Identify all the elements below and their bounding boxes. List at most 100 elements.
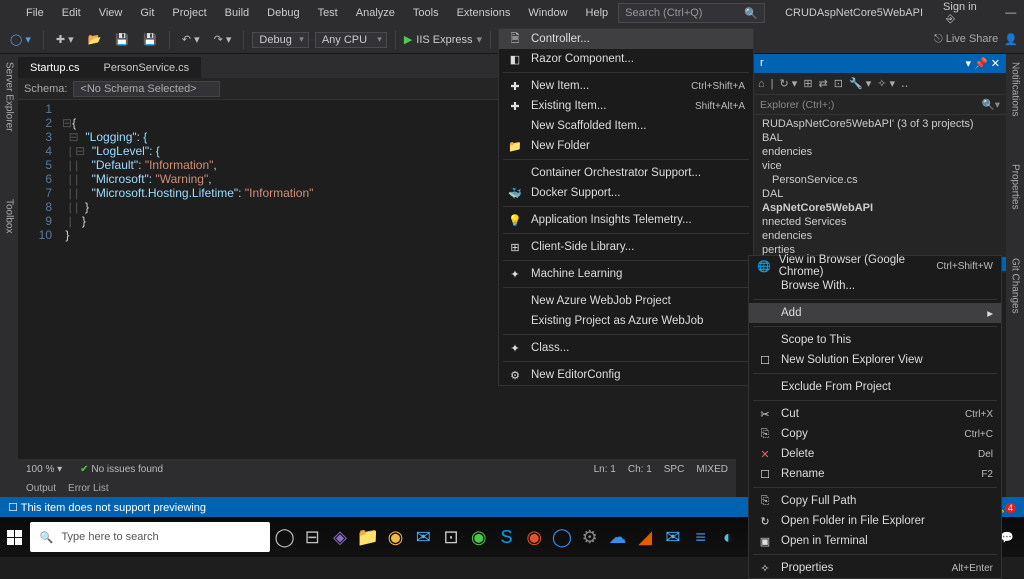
issues-indicator[interactable]: ✔ No issues found [80, 464, 163, 475]
menu-item-view-in-browser-google-chrome-[interactable]: 🌐View in Browser (Google Chrome)Ctrl+Shi… [749, 256, 1001, 276]
editor-status-bar: 100 % ▾ ✔ No issues found Ln: 1 Ch: 1 SP… [18, 459, 736, 479]
task-app2[interactable]: ◢ [632, 517, 658, 557]
menu-item-new-folder[interactable]: 📁New Folder [499, 136, 753, 156]
task-cloud[interactable]: ☁ [605, 517, 631, 557]
menu-item-properties[interactable]: ✧PropertiesAlt+Enter [749, 558, 1001, 578]
solution-explorer: r▾ 📌 ✕ ⌂|↻ ▾⊞⇄⊡🔧 ▾✧ ▾‥ Explorer (Ctrl+;)… [754, 54, 1006, 273]
menu-item-exclude-from-project[interactable]: Exclude From Project [749, 377, 1001, 397]
server-explorer-tab[interactable]: Server Explorer [3, 58, 16, 135]
menu-analyze[interactable]: Analyze [348, 4, 403, 22]
sol-close-icon[interactable]: ▾ 📌 ✕ [965, 57, 1000, 70]
undo-button[interactable]: ↶ ▾ [178, 31, 204, 48]
menu-item-new-azure-webjob-project[interactable]: New Azure WebJob Project [499, 291, 753, 311]
menu-item-rename[interactable]: ☐RenameF2 [749, 464, 1001, 484]
search-icon: 🔍 [744, 7, 758, 20]
menu-edit[interactable]: Edit [54, 4, 89, 22]
menu-debug[interactable]: Debug [259, 4, 307, 22]
menu-item-copy-full-path[interactable]: ⎘Copy Full Path [749, 491, 1001, 511]
spaces-indicator: SPC [664, 464, 685, 475]
menu-item-class-[interactable]: ✦Class... [499, 338, 753, 358]
menu-item-open-in-terminal[interactable]: ▣Open in Terminal [749, 531, 1001, 551]
sol-search[interactable]: Explorer (Ctrl+;)🔍▾ [754, 95, 1006, 115]
menu-item-application-insights-telemetry-[interactable]: 💡Application Insights Telemetry... [499, 210, 753, 230]
menu-item-existing-item-[interactable]: ✚Existing Item...Shift+Alt+A [499, 96, 753, 116]
vs-logo-icon [4, 7, 17, 20]
task-mail2[interactable]: ✉ [660, 517, 686, 557]
task-cortana[interactable]: ◯ [272, 517, 298, 557]
task-explorer[interactable]: 📁 [355, 517, 381, 557]
menu-window[interactable]: Window [520, 4, 575, 22]
task-vscode[interactable]: ≡ [688, 517, 714, 557]
menu-tools[interactable]: Tools [405, 4, 447, 22]
menu-item-new-item-[interactable]: ✚New Item...Ctrl+Shift+A [499, 76, 753, 96]
menu-view[interactable]: View [91, 4, 131, 22]
tab-startup[interactable]: Startup.cs [18, 57, 92, 78]
menu-item-delete[interactable]: ✕DeleteDel [749, 444, 1001, 464]
start-button[interactable]: ▶ IIS Express ▾ [404, 33, 482, 46]
menu-item-scope-to-this[interactable]: Scope to This [749, 330, 1001, 350]
zoom[interactable]: 100 % ▾ [26, 464, 62, 475]
save-all-button[interactable]: 💾 [139, 31, 161, 48]
sign-in-link[interactable]: Sign in ⎆ [943, 1, 987, 26]
toolbox-tab[interactable]: Toolbox [3, 195, 16, 237]
gitchanges-tab[interactable]: Git Changes [1009, 254, 1022, 318]
solution-tree[interactable]: RUDAspNetCore5WebAPI' (3 of 3 projects) … [754, 115, 1006, 273]
menu-item-new-editorconfig[interactable]: ⚙New EditorConfig [499, 365, 753, 385]
schema-dropdown[interactable]: <No Schema Selected> [73, 81, 219, 97]
menu-item-machine-learning[interactable]: ✦Machine Learning [499, 264, 753, 284]
open-button[interactable]: 📂 [84, 31, 106, 48]
minimize-button[interactable]: — [995, 7, 1024, 19]
search-input[interactable]: Search (Ctrl+Q)🔍 [618, 3, 765, 23]
task-edge1[interactable]: ◯ [549, 517, 575, 557]
menu-file[interactable]: File [18, 4, 52, 22]
menu-item-container-orchestrator-support-[interactable]: Container Orchestrator Support... [499, 163, 753, 183]
tab-personservice[interactable]: PersonService.cs [92, 57, 202, 78]
config-dropdown[interactable]: Debug [252, 32, 308, 48]
taskbar-search[interactable]: 🔍 Type here to search [30, 522, 270, 552]
menu-build[interactable]: Build [217, 4, 257, 22]
right-rail: Notifications Properties Git Changes [1006, 54, 1024, 497]
output-tab[interactable]: Output [26, 483, 56, 494]
lineending-indicator: MIXED [696, 464, 728, 475]
menu-item-razor-component-[interactable]: ◧Razor Component... [499, 49, 753, 69]
new-file-button[interactable]: ✚ ▾ [52, 31, 78, 48]
menu-item-copy[interactable]: ⎘CopyCtrl+C [749, 424, 1001, 444]
menu-extensions[interactable]: Extensions [449, 4, 519, 22]
menu-item-new-scaffolded-item-[interactable]: New Scaffolded Item... [499, 116, 753, 136]
task-store[interactable]: ⊡ [438, 517, 464, 557]
task-mail[interactable]: ✉ [410, 517, 436, 557]
menu-item-docker-support-[interactable]: 🐳Docker Support... [499, 183, 753, 203]
task-whatsapp[interactable]: ◉ [466, 517, 492, 557]
save-button[interactable]: 💾 [111, 31, 133, 48]
task-vs[interactable]: ◈ [327, 517, 353, 557]
menu-item-existing-project-as-azure-webjob[interactable]: Existing Project as Azure WebJob [499, 311, 753, 331]
menu-help[interactable]: Help [578, 4, 617, 22]
live-share-button[interactable]: ⎋ Live Share [934, 33, 998, 46]
redo-button[interactable]: ↷ ▾ [210, 31, 236, 48]
task-chrome[interactable]: ◉ [383, 517, 409, 557]
start-button[interactable] [2, 517, 28, 557]
notifications-tab[interactable]: Notifications [1009, 58, 1022, 120]
properties-tab[interactable]: Properties [1009, 160, 1022, 214]
menu-item-client-side-library-[interactable]: ⊞Client-Side Library... [499, 237, 753, 257]
platform-dropdown[interactable]: Any CPU [315, 32, 387, 48]
account-icon[interactable]: 👤 [1004, 33, 1018, 46]
menubar: File Edit View Git Project Build Debug T… [0, 0, 1024, 26]
sol-root: RUDAspNetCore5WebAPI' (3 of 3 projects) [754, 117, 1006, 131]
menu-item-new-solution-explorer-view[interactable]: ☐New Solution Explorer View [749, 350, 1001, 370]
task-view[interactable]: ⊟ [299, 517, 325, 557]
menu-project[interactable]: Project [164, 4, 214, 22]
task-skype[interactable]: S [494, 517, 520, 557]
errorlist-tab[interactable]: Error List [68, 483, 109, 494]
back-button[interactable]: ◯ ▾ [6, 31, 35, 48]
task-settings[interactable]: ⚙ [577, 517, 603, 557]
menu-item-open-folder-in-file-explorer[interactable]: ↻Open Folder in File Explorer [749, 511, 1001, 531]
menu-item-add[interactable]: Add▸ [749, 303, 1001, 323]
menu-git[interactable]: Git [132, 4, 162, 22]
menu-item-cut[interactable]: ✂CutCtrl+X [749, 404, 1001, 424]
menu-test[interactable]: Test [310, 4, 346, 22]
menu-item-browse-with-[interactable]: Browse With... [749, 276, 1001, 296]
task-app1[interactable]: ◉ [521, 517, 547, 557]
task-edge2[interactable]: ◐ [715, 517, 741, 557]
menu-item-controller-[interactable]: 🗎Controller... [499, 29, 753, 49]
